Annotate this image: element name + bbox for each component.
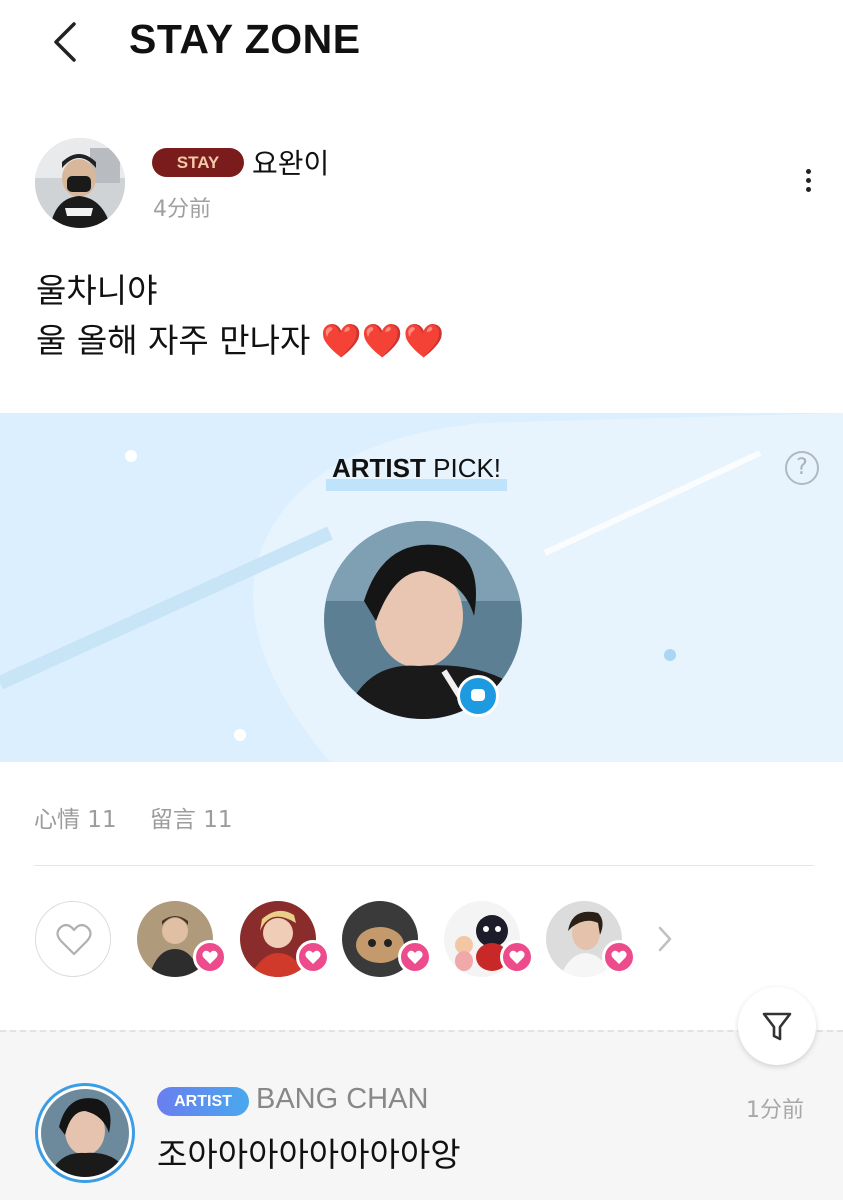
- chevron-left-icon: [54, 22, 76, 62]
- post-body: 울차니야 울 올해 자주 만나자 ❤️❤️❤️: [36, 266, 806, 366]
- liker-heart-icon: [193, 940, 227, 974]
- artist-pick-title-rest: PICK!: [433, 453, 502, 483]
- likes-count[interactable]: 心情 11: [34, 807, 117, 833]
- more-vertical-icon: [796, 169, 820, 192]
- liker-heart-icon: [296, 940, 330, 974]
- help-button[interactable]: ?: [785, 451, 819, 485]
- more-likers-button[interactable]: [654, 924, 676, 954]
- artist-pick-title-bold: ARTIST: [332, 453, 426, 483]
- commenter-avatar[interactable]: [35, 1083, 135, 1183]
- divider: [34, 865, 814, 866]
- back-button[interactable]: [44, 18, 88, 66]
- comment-time: 1分前: [746, 1098, 804, 1123]
- comment-bubble-icon[interactable]: [457, 675, 499, 717]
- chevron-right-icon: [658, 926, 672, 952]
- artist-pick-title: ARTIST PICK!: [326, 453, 508, 491]
- liker-heart-icon: [500, 940, 534, 974]
- post-stats: 心情 11 留言 11: [34, 800, 258, 834]
- like-button[interactable]: [35, 901, 111, 977]
- more-options-button[interactable]: [796, 166, 820, 198]
- app-header: STAY ZONE: [0, 0, 843, 84]
- author-name[interactable]: 요완이: [252, 142, 329, 182]
- artist-badge: ARTIST: [157, 1087, 249, 1116]
- post-time: 4分前: [153, 197, 211, 222]
- liker-heart-icon: [398, 940, 432, 974]
- author-avatar[interactable]: [35, 138, 125, 228]
- heart-outline-icon: [56, 923, 92, 956]
- comments-count[interactable]: 留言 11: [150, 807, 233, 833]
- comment-text: 조아아아아아아아아앙: [157, 1135, 461, 1174]
- page-title: STAY ZONE: [129, 16, 361, 62]
- commenter-name[interactable]: BANG CHAN: [256, 1083, 428, 1116]
- artist-pick-banner: ARTIST PICK! ?: [0, 413, 843, 762]
- post-line-2: 울 올해 자주 만나자 ❤️❤️❤️: [36, 321, 445, 360]
- stay-badge: STAY: [152, 148, 244, 177]
- post-line-1: 울차니야: [36, 271, 158, 310]
- filter-button[interactable]: [738, 987, 816, 1065]
- liker-heart-icon: [602, 940, 636, 974]
- filter-icon: [762, 1012, 792, 1041]
